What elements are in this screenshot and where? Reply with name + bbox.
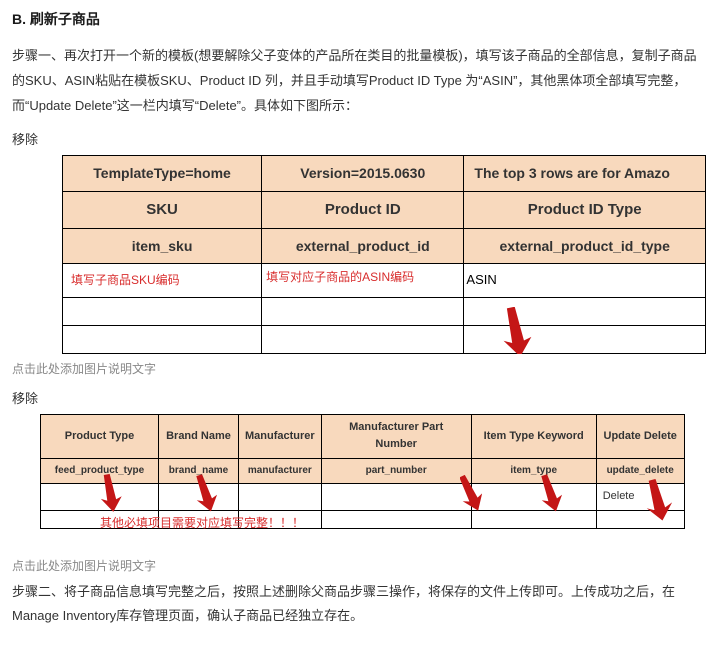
t2-f-itemtype: item_type <box>471 459 596 484</box>
annotation-required: 其他必填项目需要对应填写完整！！！ <box>100 514 304 529</box>
table-row: feed_product_type brand_name manufacture… <box>41 459 685 484</box>
table-row: 填写子商品SKU编码 填写对应子商品的ASIN编码 ASIN <box>63 264 706 298</box>
annotation-sku: 填写子商品SKU编码 <box>71 273 180 287</box>
table-row: SKU Product ID Product ID Type <box>63 191 706 228</box>
t2-f-partnumber: part_number <box>321 459 471 484</box>
arrow-icon <box>502 307 532 354</box>
remove-label-2[interactable]: 移除 <box>12 389 706 410</box>
t2-h-itemtype: Item Type Keyword <box>471 414 596 458</box>
t1-header-version: Version=2015.0630 <box>262 156 464 191</box>
t1-col-productidtype: Product ID Type <box>464 191 706 228</box>
arrow-icon <box>540 474 562 512</box>
t1-field-productidtype: external_product_id_type <box>464 228 706 263</box>
table2-container: Product Type Brand Name Manufacturer Man… <box>40 414 706 529</box>
t1-header-template: TemplateType=home <box>63 156 262 191</box>
table-row <box>63 297 706 325</box>
t1-col-sku: SKU <box>63 191 262 228</box>
arrow-icon <box>645 479 675 521</box>
t1-field-sku: item_sku <box>63 228 262 263</box>
t1-value-asin: ASIN <box>464 264 706 298</box>
table-row: TemplateType=home Version=2015.0630 The … <box>63 156 706 191</box>
step2-paragraph: 步骤二、将子商品信息填写完整之后，按照上述删除父商品步骤三操作，将保存的文件上传… <box>12 580 706 629</box>
annotation-asin: 填写对应子商品的ASIN编码 <box>266 268 414 287</box>
arrow-icon <box>195 474 217 512</box>
t1-col-productid: Product ID <box>262 191 464 228</box>
table-row <box>63 325 706 353</box>
t2-h-brandname: Brand Name <box>159 414 239 458</box>
t2-h-updatedelete: Update Delete <box>596 414 684 458</box>
t2-h-manufacturer: Manufacturer <box>239 414 322 458</box>
arrow-icon <box>460 474 482 512</box>
arrow-icon <box>100 474 122 512</box>
t1-header-note: The top 3 rows are for Amazo <box>464 156 706 191</box>
table-row: Product Type Brand Name Manufacturer Man… <box>41 414 685 458</box>
t2-h-producttype: Product Type <box>41 414 159 458</box>
section-title: B. 刷新子商品 <box>12 8 706 30</box>
remove-label-1[interactable]: 移除 <box>12 130 706 151</box>
table1: TemplateType=home Version=2015.0630 The … <box>62 155 706 354</box>
t1-field-productid: external_product_id <box>262 228 464 263</box>
t2-h-partnumber: Manufacturer Part Number <box>321 414 471 458</box>
table1-container: TemplateType=home Version=2015.0630 The … <box>62 155 706 354</box>
step1-paragraph: 步骤一、再次打开一个新的模板(想要解除父子变体的产品所在类目的批量模板)，填写该… <box>12 44 706 118</box>
table-row: Delete <box>41 484 685 511</box>
table-row: item_sku external_product_id external_pr… <box>63 228 706 263</box>
image-caption-1[interactable]: 点击此处添加图片说明文字 <box>12 360 706 379</box>
table2: Product Type Brand Name Manufacturer Man… <box>40 414 685 529</box>
image-caption-2[interactable]: 点击此处添加图片说明文字 <box>12 557 706 576</box>
t2-f-manufacturer: manufacturer <box>239 459 322 484</box>
